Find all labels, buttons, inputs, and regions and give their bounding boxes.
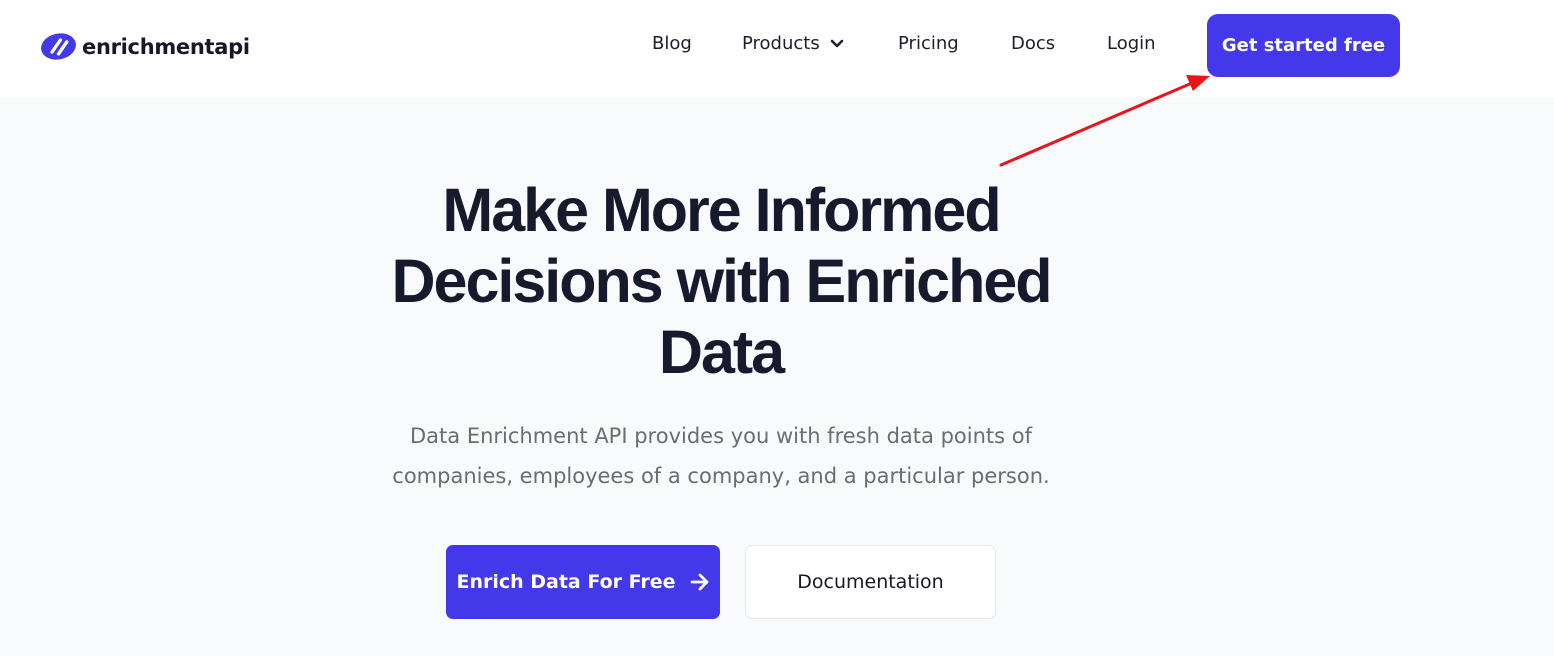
brand-name: enrichmentapi bbox=[82, 34, 250, 59]
arrow-right-icon bbox=[690, 573, 708, 591]
headline-line-1: Make More Informed bbox=[442, 176, 1001, 244]
nav-docs-link[interactable]: Docs bbox=[1011, 33, 1055, 54]
brand-logo[interactable]: enrichmentapi bbox=[40, 28, 250, 65]
nav-products-label: Products bbox=[742, 33, 820, 54]
subtext-line-1: Data Enrichment API provides you with fr… bbox=[410, 424, 1032, 448]
nav-blog-link[interactable]: Blog bbox=[652, 33, 692, 54]
get-started-free-button[interactable]: Get started free bbox=[1207, 14, 1400, 77]
subtext-line-2: companies, employees of a company, and a… bbox=[392, 464, 1050, 488]
hero-headline: Make More Informed Decisions with Enrich… bbox=[371, 175, 1071, 388]
headline-line-3: Data bbox=[658, 318, 785, 386]
documentation-button[interactable]: Documentation bbox=[745, 545, 996, 619]
nav-pricing-link[interactable]: Pricing bbox=[898, 33, 959, 54]
hero-section: Make More Informed Decisions with Enrich… bbox=[0, 98, 1554, 656]
nav-login-link[interactable]: Login bbox=[1107, 33, 1156, 54]
nav-products-dropdown[interactable]: Products bbox=[742, 33, 844, 54]
site-header: enrichmentapi Blog Products Pricing Docs… bbox=[0, 0, 1554, 98]
hero-subtext: Data Enrichment API provides you with fr… bbox=[371, 416, 1071, 496]
enrich-data-free-button[interactable]: Enrich Data For Free bbox=[446, 545, 720, 619]
headline-line-2: Decisions with Enriched bbox=[391, 247, 1052, 315]
chevron-down-icon bbox=[830, 39, 844, 47]
logo-mark-icon bbox=[41, 33, 76, 60]
enrich-data-free-label: Enrich Data For Free bbox=[456, 571, 676, 593]
